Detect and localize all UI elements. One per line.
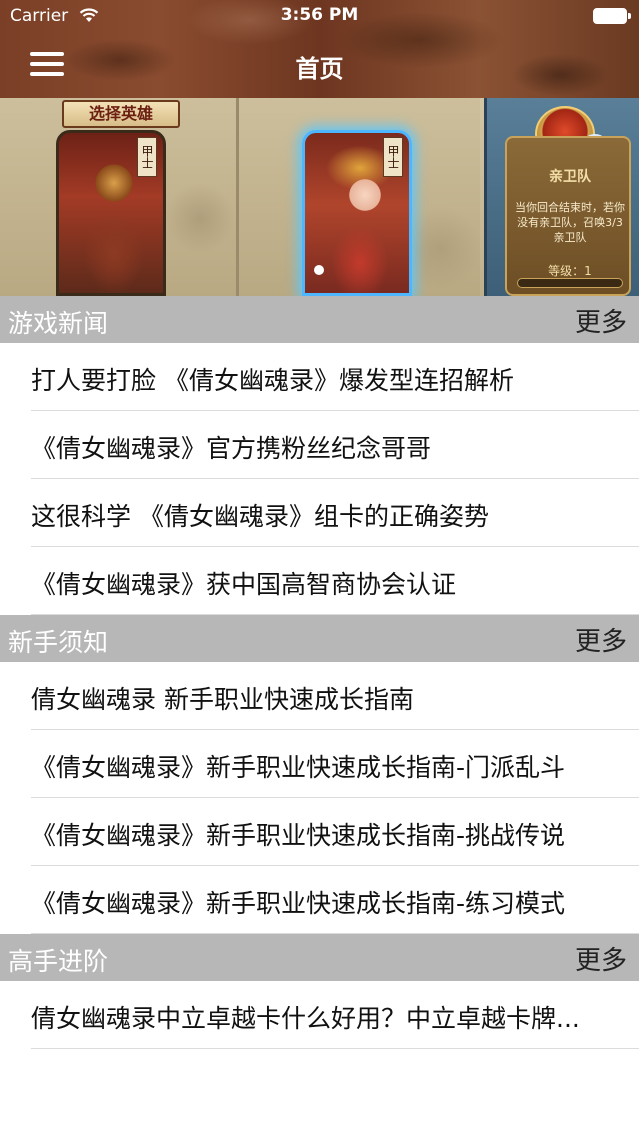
content-list: 游戏新闻 更多 打人要打脸 《倩女幽魂录》爆发型连招解析 《倩女幽魂录》官方携粉… bbox=[0, 296, 639, 1049]
hero-badge: 甲士 bbox=[137, 137, 157, 177]
guard-progress-bar bbox=[517, 278, 623, 288]
list-item[interactable]: 《倩女幽魂录》新手职业快速成长指南-门派乱斗 bbox=[0, 730, 639, 798]
list-item[interactable]: 《倩女幽魂录》新手职业快速成长指南-挑战传说 bbox=[0, 798, 639, 866]
list-item[interactable]: 《倩女幽魂录》新手职业快速成长指南-练习模式 bbox=[0, 866, 639, 934]
banner-divider bbox=[236, 98, 239, 296]
guard-level: 等级：1 bbox=[548, 264, 592, 278]
section-header-advanced: 高手进阶 更多 bbox=[0, 934, 639, 981]
more-button[interactable]: 更多 bbox=[575, 302, 627, 339]
navigation-header: Carrier 3:56 PM 首页 bbox=[0, 0, 639, 98]
list-item[interactable]: 打人要打脸 《倩女幽魂录》爆发型连招解析 bbox=[0, 343, 639, 411]
list-item[interactable]: 倩女幽魂录 新手职业快速成长指南 bbox=[0, 662, 639, 730]
more-button[interactable]: 更多 bbox=[575, 621, 627, 658]
hero-card: 甲士 bbox=[56, 130, 166, 296]
list-item[interactable]: 《倩女幽魂录》获中国高智商协会认证 bbox=[0, 547, 639, 615]
list-item[interactable]: 这很科学 《倩女幽魂录》组卡的正确姿势 bbox=[0, 479, 639, 547]
list-item-label: 这很科学 《倩女幽魂录》组卡的正确姿势 bbox=[31, 502, 489, 531]
hero-badge: 甲士 bbox=[383, 137, 403, 177]
more-button[interactable]: 更多 bbox=[575, 940, 627, 977]
list-item-label: 《倩女幽魂录》官方携粉丝纪念哥哥 bbox=[31, 434, 432, 463]
list-item-label: 《倩女幽魂录》新手职业快速成长指南-门派乱斗 bbox=[31, 753, 566, 782]
list-item[interactable]: 倩女幽魂录中立卓越卡什么好用？中立卓越卡牌... bbox=[0, 981, 639, 1049]
guard-description: 当你回合结束时，若你没有亲卫队，召唤3/3亲卫队 bbox=[515, 201, 625, 244]
banner-tag: 选择英雄 bbox=[62, 100, 180, 128]
list-item-label: 倩女幽魂录中立卓越卡什么好用？中立卓越卡牌... bbox=[31, 1004, 580, 1033]
section-header-news: 游戏新闻 更多 bbox=[0, 296, 639, 343]
hero-banner[interactable]: 选择英雄 甲士 甲士 5 亲卫队 当你回合结束时，若你没有亲卫队，召唤3/3亲卫… bbox=[0, 98, 639, 296]
status-time: 3:56 PM bbox=[280, 5, 359, 25]
guard-title: 亲卫队 bbox=[549, 169, 591, 185]
section-header-beginner: 新手须知 更多 bbox=[0, 615, 639, 662]
app-screen: Carrier 3:56 PM 首页 选择英雄 甲士 甲士 5 bbox=[0, 0, 639, 1136]
status-bar: Carrier 3:56 PM bbox=[0, 0, 639, 34]
list-item-label: 倩女幽魂录 新手职业快速成长指南 bbox=[31, 685, 414, 714]
list-item-label: 《倩女幽魂录》新手职业快速成长指南-挑战传说 bbox=[31, 821, 566, 850]
list-item-label: 《倩女幽魂录》获中国高智商协会认证 bbox=[31, 570, 457, 599]
section-title: 游戏新闻 bbox=[8, 309, 109, 338]
list-item-label: 《倩女幽魂录》新手职业快速成长指南-练习模式 bbox=[31, 889, 566, 918]
guard-card-panel: 5 亲卫队 当你回合结束时，若你没有亲卫队，召唤3/3亲卫队 等级：1 bbox=[484, 98, 639, 296]
list-item[interactable]: 《倩女幽魂录》官方携粉丝纪念哥哥 bbox=[0, 411, 639, 479]
guard-card: 亲卫队 当你回合结束时，若你没有亲卫队，召唤3/3亲卫队 等级：1 bbox=[505, 136, 631, 296]
section-title: 高手进阶 bbox=[8, 947, 109, 976]
list-item-label: 打人要打脸 《倩女幽魂录》爆发型连招解析 bbox=[31, 366, 514, 395]
page-title: 首页 bbox=[295, 55, 344, 83]
battery-icon bbox=[593, 8, 631, 24]
page-indicator-dot[interactable] bbox=[314, 265, 324, 275]
section-title: 新手须知 bbox=[8, 628, 109, 657]
